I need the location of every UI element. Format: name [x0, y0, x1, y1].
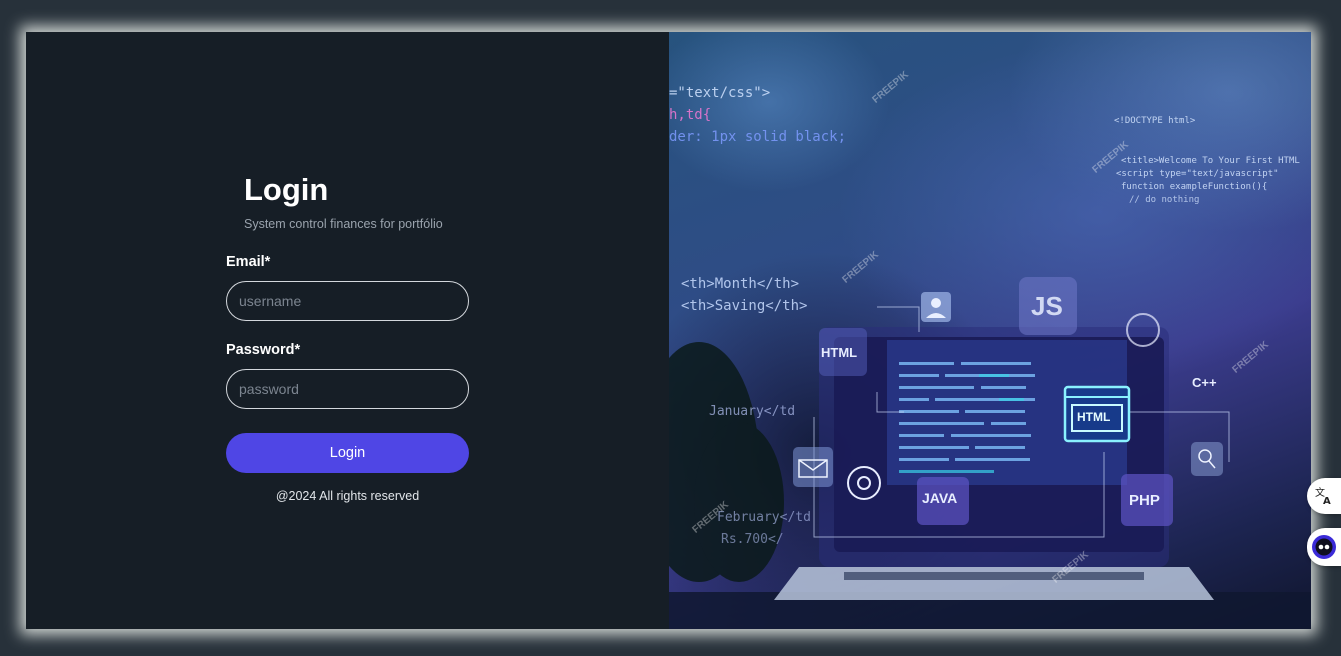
login-card: Login System control finances for portfó… [26, 32, 1311, 629]
email-field[interactable] [226, 281, 469, 321]
password-field[interactable] [226, 369, 469, 409]
login-panel: Login System control finances for portfó… [26, 32, 669, 629]
js-tag: JS [1031, 291, 1063, 321]
java-tag: JAVA [922, 490, 958, 506]
page-title: Login [244, 172, 329, 207]
code-line: <th>Saving</th> [681, 298, 808, 314]
code-line: January</td [709, 404, 796, 419]
translate-icon: 文 A [1315, 486, 1331, 506]
code-line: // do nothing [1129, 195, 1200, 205]
email-label: Email* [226, 254, 271, 270]
code-line: function exampleFunction(){ [1121, 182, 1268, 192]
code-line: <th>Month</th> [681, 276, 800, 292]
screen-html-tag: HTML [1077, 410, 1111, 424]
search-tile [1191, 442, 1223, 476]
page-subtitle: System control finances for portfólio [244, 217, 443, 231]
php-tag: PHP [1129, 492, 1160, 509]
svg-text:A: A [1323, 496, 1331, 506]
code-line: <script type="text/javascript" [1116, 169, 1279, 179]
code-line: February</td [717, 510, 811, 525]
html-tag: HTML [821, 345, 858, 360]
code-line: ="text/css"> [669, 85, 771, 101]
code-line: <!DOCTYPE html> [1114, 116, 1196, 126]
assistant-icon [1312, 535, 1336, 559]
copyright-footer: @2024 All rights reserved [275, 489, 420, 503]
code-line: Rs.700</ [721, 532, 784, 547]
code-line: h,td{ [669, 107, 712, 123]
password-label: Password* [226, 342, 301, 358]
login-button[interactable]: Login [226, 433, 469, 473]
assistant-button[interactable] [1307, 528, 1341, 566]
hero-image: ="text/css"> h,td{ der: 1px solid black;… [669, 32, 1311, 629]
code-line: der: 1px solid black; [669, 129, 847, 145]
code-line: <title>Welcome To Your First HTML [1121, 156, 1300, 166]
translate-button[interactable]: 文 A [1307, 478, 1341, 514]
cpp-tag: C++ [1192, 375, 1217, 390]
